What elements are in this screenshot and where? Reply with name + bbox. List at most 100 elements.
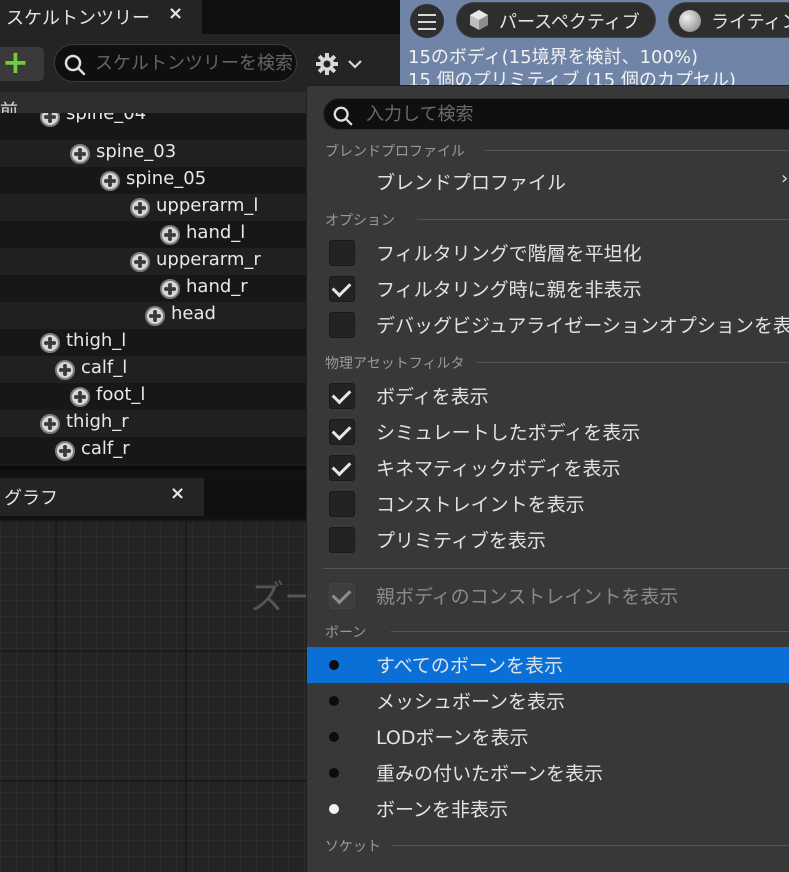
cube-icon: [470, 10, 488, 30]
section-divider: [417, 219, 789, 220]
menu-item-debug-visualization[interactable]: デバッグビジュアライゼーションオプションを表示: [307, 307, 789, 343]
menu-item-label: フィルタリング時に親を非表示: [376, 279, 642, 301]
section-physics-filter: 物理アセットフィルタ: [325, 356, 465, 372]
menu-item-show-primitives[interactable]: プリミティブを表示: [307, 522, 789, 558]
viewport-menu-button[interactable]: [410, 4, 444, 38]
menu-item-label: LODボーンを表示: [376, 727, 529, 749]
add-button[interactable]: +: [0, 43, 44, 81]
radio-indicator: [329, 696, 339, 706]
menu-item-show-all-bones[interactable]: すべてのボーンを表示: [307, 647, 789, 683]
close-icon[interactable]: ×: [168, 3, 183, 24]
menu-item-label: コンストレイントを表示: [376, 494, 585, 516]
menu-item-label: 重みの付いたボーンを表示: [376, 763, 604, 785]
settings-dropdown-button[interactable]: [314, 51, 368, 77]
checkbox[interactable]: [329, 383, 355, 409]
menu-item-show-simulated-bodies[interactable]: シミュレートしたボディを表示: [307, 414, 789, 450]
checkbox[interactable]: [329, 455, 355, 481]
section-blend-profile: ブレンドプロファイル: [325, 144, 465, 160]
bone-icon: [70, 387, 90, 407]
bone-label: hand_r: [186, 276, 248, 297]
radio-indicator: [329, 732, 339, 742]
section-divider: [477, 362, 789, 363]
bone-icon: [130, 252, 150, 272]
bone-label: foot_l: [96, 384, 146, 405]
radio-indicator: [329, 660, 339, 670]
menu-search-box[interactable]: [323, 98, 789, 130]
tab-title: グラフ: [4, 488, 58, 509]
checkbox[interactable]: [329, 240, 355, 266]
radio-indicator: [329, 768, 339, 778]
menu-item-label: デバッグビジュアライゼーションオプションを表示: [376, 315, 789, 337]
menu-item-label: プリミティブを表示: [376, 530, 546, 552]
menu-item-hide-parents[interactable]: フィルタリング時に親を非表示: [307, 271, 789, 307]
bone-icon: [55, 360, 75, 380]
bone-label: hand_l: [186, 222, 246, 243]
menu-search-input[interactable]: [366, 99, 786, 129]
checkbox[interactable]: [329, 491, 355, 517]
checkbox[interactable]: [329, 312, 355, 338]
menu-item-blend-profile[interactable]: ブレンドプロファイル ›: [307, 164, 789, 200]
perspective-label: パースペクティブ: [499, 12, 640, 33]
menu-item-label: 親ボディのコンストレイントを表示: [376, 586, 679, 608]
section-bones: ボーン: [325, 625, 367, 641]
bone-icon: [40, 333, 60, 353]
menu-item-show-bodies[interactable]: ボディを表示: [307, 378, 789, 414]
sphere-icon: [679, 10, 701, 32]
search-icon: [333, 106, 353, 126]
bone-label: calf_r: [81, 438, 130, 459]
menu-item-label: キネマティックボディを表示: [376, 458, 621, 480]
skeleton-search-input[interactable]: [95, 45, 295, 81]
menu-item-label: メッシュボーンを表示: [376, 691, 566, 713]
bone-label: thigh_r: [66, 411, 129, 432]
bone-label: upperarm_r: [156, 249, 261, 270]
menu-item-show-weighted-bones[interactable]: 重みの付いたボーンを表示: [307, 755, 789, 791]
menu-item-label: シミュレートしたボディを表示: [376, 422, 641, 444]
bone-icon: [70, 144, 90, 164]
menu-item-flatten-hierarchy[interactable]: フィルタリングで階層を平坦化: [307, 235, 789, 271]
bone-icon: [100, 171, 120, 191]
tab-graph[interactable]: グラフ ×: [0, 478, 204, 516]
bone-icon: [40, 113, 60, 127]
section-options: オプション: [325, 213, 395, 229]
viewport[interactable]: パースペクティブ ライティン 15のボディ(15境界を検討、100%) 15 個…: [400, 0, 789, 90]
menu-item-show-kinematic-bodies[interactable]: キネマティックボディを表示: [307, 450, 789, 486]
skeleton-tree-tabbar: スケルトンツリー ×: [0, 0, 400, 34]
bone-icon: [55, 441, 75, 461]
close-icon[interactable]: ×: [170, 483, 185, 504]
bone-icon: [145, 306, 165, 326]
bone-label: upperarm_l: [156, 195, 259, 216]
bone-label: calf_l: [81, 357, 128, 378]
perspective-button[interactable]: パースペクティブ: [456, 2, 656, 38]
section-divider: [391, 631, 789, 632]
plus-icon: +: [2, 43, 29, 81]
menu-item-show-constraints[interactable]: コンストレイントを表示: [307, 486, 789, 522]
gear-icon: [316, 53, 362, 75]
stats-bodies: 15のボディ(15境界を検討、100%): [408, 47, 699, 68]
menu-item-label: ブレンドプロファイル: [376, 172, 567, 194]
bone-label: thigh_l: [66, 330, 127, 351]
skeleton-tree-toolbar: +: [0, 34, 400, 92]
menu-item-hide-bones[interactable]: ボーンを非表示: [307, 791, 789, 827]
physics-asset-editor: スケルトンツリー × + スケルトンツリーを検索 前 spine_04 spin…: [0, 0, 789, 872]
skeleton-search-box[interactable]: [54, 44, 297, 82]
tab-skeleton-tree[interactable]: スケルトンツリー ×: [0, 0, 202, 34]
menu-item-label: ボーンを非表示: [376, 799, 509, 821]
checkbox[interactable]: [329, 527, 355, 553]
checkbox[interactable]: [329, 419, 355, 445]
bone-icon: [160, 279, 180, 299]
chevron-right-icon: ›: [781, 168, 789, 189]
bone-icon: [160, 225, 180, 245]
menu-item-show-parent-constraints: 親ボディのコンストレイントを表示: [307, 578, 789, 614]
bone-icon: [40, 414, 60, 434]
lighting-label: ライティン: [711, 12, 789, 33]
menu-item-label: ボディを表示: [376, 386, 489, 408]
bone-label: head: [171, 303, 216, 324]
bone-label: spine_04: [66, 113, 147, 124]
checkbox[interactable]: [329, 276, 355, 302]
lighting-button[interactable]: ライティン: [668, 2, 789, 38]
menu-item-show-lod-bones[interactable]: LODボーンを表示: [307, 719, 789, 755]
menu-item-show-mesh-bones[interactable]: メッシュボーンを表示: [307, 683, 789, 719]
tab-title: スケルトンツリー: [6, 8, 150, 29]
menu-item-label: フィルタリングで階層を平坦化: [376, 243, 642, 265]
menu-item-label: すべてのボーンを表示: [376, 655, 563, 677]
